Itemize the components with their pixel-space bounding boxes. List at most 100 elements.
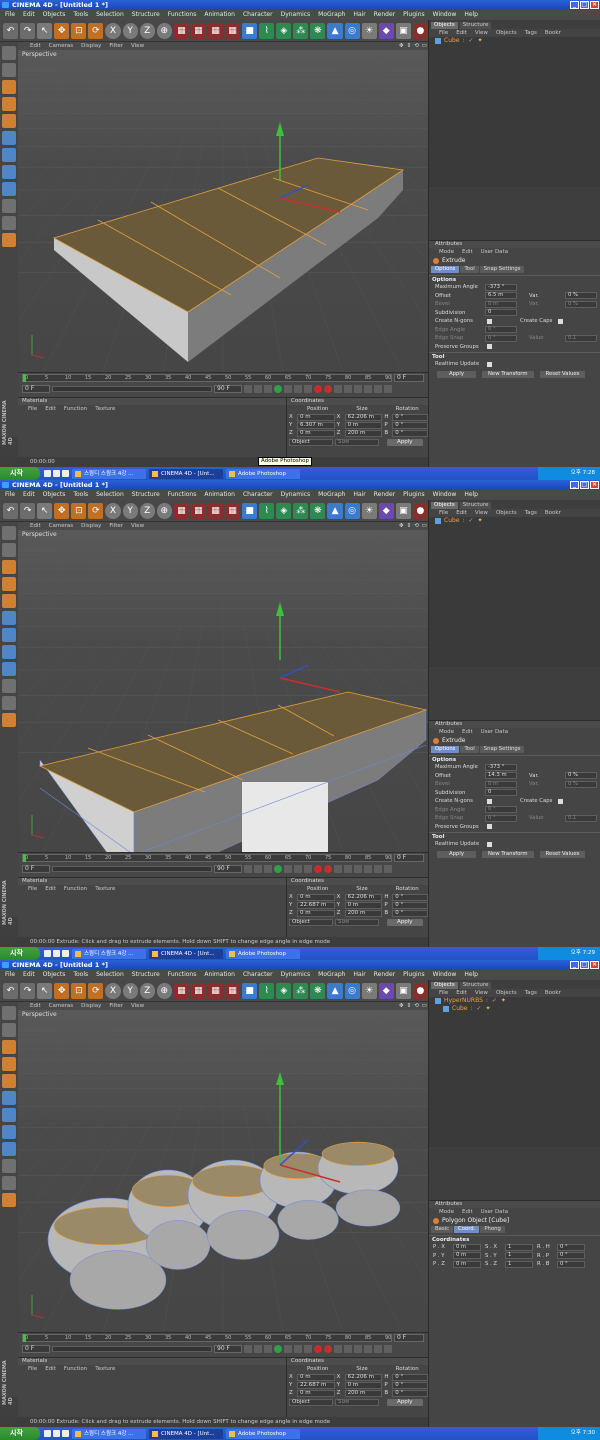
objects-menu-item[interactable]: Edit <box>456 29 467 37</box>
animation-mode-icon[interactable] <box>2 233 16 247</box>
viewport-menu-item[interactable]: Cameras <box>49 1002 73 1010</box>
scene-tool-icon[interactable]: ▲ <box>327 982 343 999</box>
create-ngons-checkbox[interactable] <box>487 318 492 324</box>
keyframe-sel-button[interactable] <box>334 1345 342 1353</box>
bevel-field[interactable]: 0 m <box>485 300 517 308</box>
param-field[interactable]: 1 <box>505 1260 533 1268</box>
max-angle-field[interactable]: -373 ° <box>485 763 517 771</box>
object-visibility-dots[interactable]: : ✓ <box>463 37 475 45</box>
materials-menu-item[interactable]: Edit <box>45 405 56 413</box>
attr-tab[interactable]: Options <box>431 266 460 273</box>
param-key-button[interactable] <box>374 865 382 873</box>
timeline-ruler[interactable]: 0 5 10 15 20 25 30 35 40 45 50 55 60 65 70 75 80 85 90 <box>22 854 392 862</box>
materials-menu-item[interactable]: Function <box>64 405 87 413</box>
rotate-tool-icon[interactable]: ⟳ <box>88 22 104 39</box>
maximize-button[interactable]: □ <box>580 961 589 969</box>
viewport-menu-item[interactable]: Edit <box>30 1002 41 1010</box>
current-frame-field[interactable]: 0 F <box>394 854 424 862</box>
taskbar-button[interactable]: Adobe Photoshop <box>226 1428 300 1439</box>
objects-menu-item[interactable]: Edit <box>456 989 467 997</box>
param-field[interactable]: 0 m <box>453 1252 481 1260</box>
workplane-mode-icon[interactable] <box>2 182 16 196</box>
position-key-button[interactable] <box>344 1345 352 1353</box>
viewport-layout-icon[interactable]: ▭ <box>422 42 427 50</box>
menu-item[interactable]: File <box>5 970 15 980</box>
quicklaunch-icon[interactable] <box>53 1430 60 1437</box>
rotation-field[interactable]: 0 ° <box>392 429 429 437</box>
autokey-button[interactable] <box>324 1345 332 1353</box>
pla-key-button[interactable] <box>384 1345 392 1353</box>
menu-item[interactable]: Edit <box>23 10 35 20</box>
move-tool-icon[interactable]: ✥ <box>54 502 70 519</box>
tweak-mode-icon[interactable] <box>2 1108 16 1122</box>
menu-item[interactable]: Tools <box>73 490 88 500</box>
param-key-button[interactable] <box>374 1345 382 1353</box>
nurbs-tool-icon[interactable]: ◈ <box>276 22 292 39</box>
create-caps-checkbox[interactable] <box>558 318 563 324</box>
timeline-ruler[interactable]: 0 5 10 15 20 25 30 35 40 45 50 55 60 65 70 75 80 85 90 <box>22 374 392 382</box>
attr-tab[interactable]: Phong <box>480 1226 505 1233</box>
menu-item[interactable]: Hair <box>353 970 365 980</box>
current-frame-field[interactable]: 0 F <box>394 1334 424 1342</box>
select-tool-icon[interactable]: ↖ <box>37 982 53 999</box>
menu-item[interactable]: Plugins <box>403 490 425 500</box>
attributes-menu-item[interactable]: Mode <box>439 728 454 736</box>
minimize-button[interactable]: _ <box>570 1 579 9</box>
deformer-tool-icon[interactable]: ❋ <box>310 982 326 999</box>
rotation-key-button[interactable] <box>364 865 372 873</box>
object-tag-icon[interactable]: ✦ <box>477 517 482 525</box>
attributes-menu-item[interactable]: Edit <box>462 248 473 256</box>
last-frame-button[interactable] <box>304 385 312 393</box>
size-field[interactable]: 62.206 m <box>344 413 383 421</box>
prev-key-button[interactable] <box>254 385 262 393</box>
attr-tab[interactable]: Basic <box>431 1226 454 1233</box>
viewport-menu-item[interactable]: View <box>131 522 144 530</box>
current-frame-field[interactable]: 0 F <box>394 374 424 382</box>
tab-structure[interactable]: Structure <box>459 22 492 29</box>
cube-tool-icon[interactable]: ■ <box>242 982 258 999</box>
perspective-viewport[interactable]: Perspective <box>18 50 428 372</box>
viewport-rotate-icon[interactable]: ⟲ <box>414 1002 419 1010</box>
menu-item[interactable]: Dynamics <box>281 10 311 20</box>
undo-tool-icon[interactable]: ↶ <box>3 22 19 39</box>
close-button[interactable]: × <box>590 481 599 489</box>
param-field[interactable]: 0 ° <box>557 1260 585 1268</box>
attributes-menu-item[interactable]: Mode <box>439 248 454 256</box>
start-frame-field[interactable]: 0 F <box>22 385 50 393</box>
object-visibility-dots[interactable]: : ✓ <box>486 997 498 1005</box>
record-button[interactable] <box>314 865 322 873</box>
z-axis-tool-icon[interactable]: Z <box>139 22 155 39</box>
rotation-field[interactable]: 0 ° <box>392 909 429 917</box>
render-icon-tool-icon[interactable]: ● <box>412 502 428 519</box>
taskbar-button[interactable]: CINEMA 4D - [Unt... <box>149 948 223 959</box>
next-key-button[interactable] <box>294 865 302 873</box>
viewport-menu-item[interactable]: View <box>131 1002 144 1010</box>
viewport-menu-item[interactable]: Cameras <box>49 522 73 530</box>
menu-item[interactable]: Objects <box>43 490 66 500</box>
menu-item[interactable]: Plugins <box>403 10 425 20</box>
next-key-button[interactable] <box>294 1345 302 1353</box>
viewport-menu-item[interactable]: Edit <box>30 42 41 50</box>
scene-tool-icon[interactable]: ▲ <box>327 22 343 39</box>
world-tool-icon[interactable]: ⊕ <box>156 982 172 999</box>
render-view-tool-icon[interactable]: ▦ <box>173 22 189 39</box>
rotation-field[interactable]: 0 ° <box>392 421 429 429</box>
object-row[interactable]: Cube: ✓ ✦ <box>429 517 600 525</box>
position-field[interactable]: 0 m <box>296 1389 335 1397</box>
menu-item[interactable]: Help <box>464 970 478 980</box>
object-tag-icon[interactable]: ✦ <box>501 997 506 1005</box>
use-object-mode-icon[interactable] <box>2 63 16 77</box>
rotation-key-button[interactable] <box>364 385 372 393</box>
start-button[interactable]: 시작 <box>0 1427 40 1440</box>
object-tag-icon[interactable]: ✦ <box>477 37 482 45</box>
preserve-groups-checkbox[interactable] <box>487 344 492 350</box>
taskbar-button[interactable]: 스윙디 스윙크 4강 ... <box>72 948 146 959</box>
rotation-field[interactable]: 0 ° <box>392 1389 429 1397</box>
keyframe-sel-button[interactable] <box>334 385 342 393</box>
record-button[interactable] <box>314 1345 322 1353</box>
quicklaunch-icon[interactable] <box>44 950 51 957</box>
taskbar-button[interactable]: Adobe Photoshop <box>226 948 300 959</box>
edge-snap-field[interactable]: 0 ° <box>485 814 517 822</box>
menu-item[interactable]: Structure <box>132 10 160 20</box>
object-row[interactable]: Cube: ✓ ✦ <box>429 37 600 45</box>
